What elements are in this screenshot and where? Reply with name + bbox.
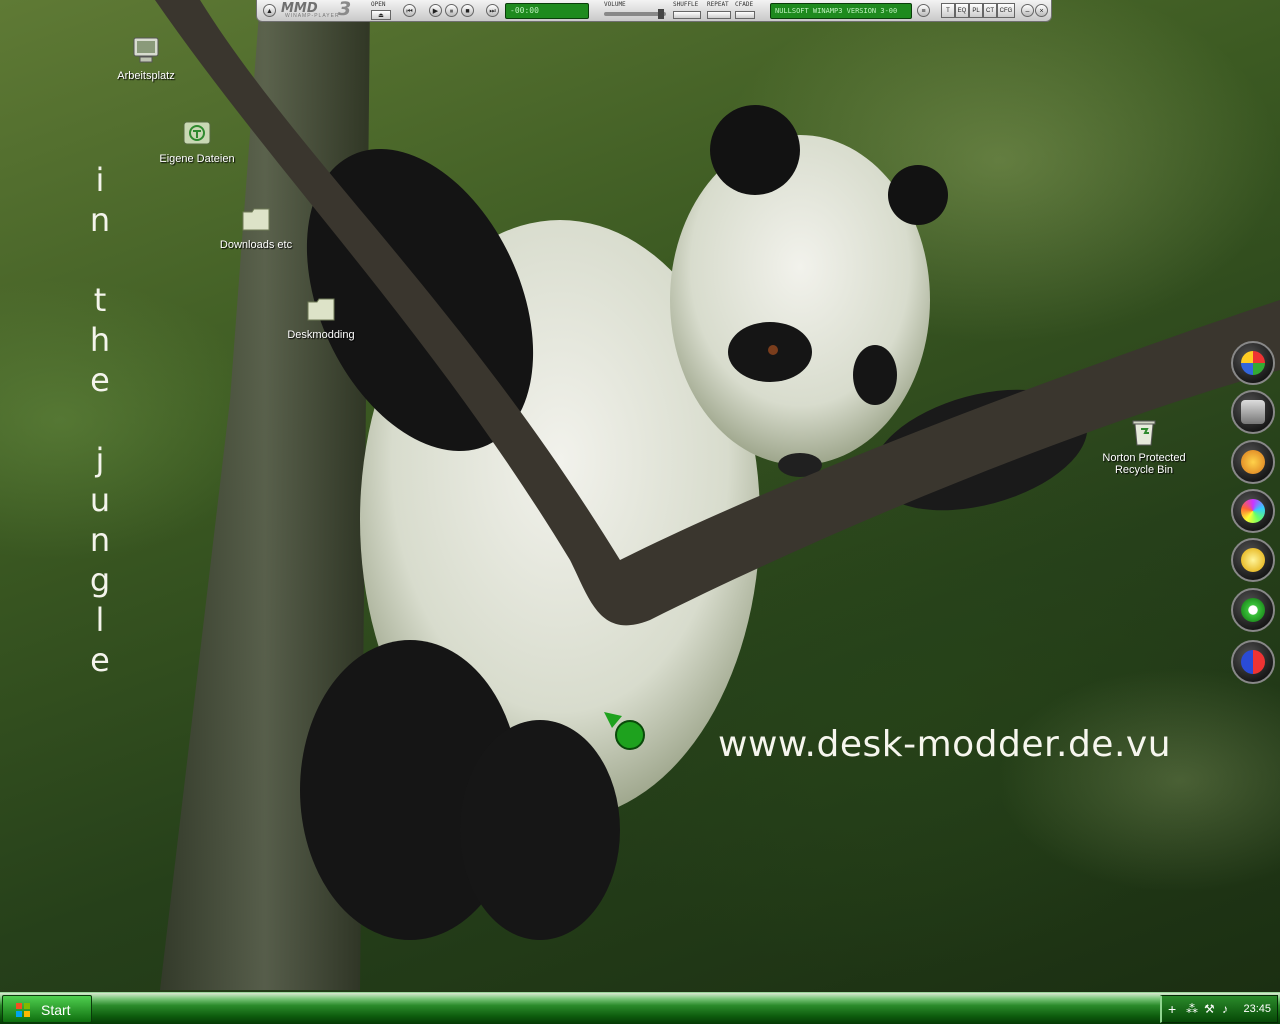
game-icon: [1241, 650, 1265, 674]
slogan-letter: i: [95, 161, 105, 199]
fish-icon: [1241, 450, 1265, 474]
thinger-button[interactable]: T: [941, 3, 955, 18]
winamp-logo-version: 3: [338, 0, 352, 20]
slogan-letter: g: [89, 561, 111, 599]
slogan-letter: t: [93, 281, 107, 319]
color-themes-button[interactable]: CT: [983, 3, 997, 18]
previous-button[interactable]: ⏮: [403, 4, 416, 17]
minimize-button[interactable]: –: [1021, 4, 1034, 17]
tray-clock[interactable]: 23:45: [1243, 1003, 1271, 1015]
stack-icon: [1241, 400, 1265, 424]
winamp-subtitle: WINAMP-PLAYER: [285, 13, 340, 19]
play-button[interactable]: ▶: [429, 4, 442, 17]
desktop-icon-downloads[interactable]: Downloads etc: [201, 203, 311, 251]
network-icon[interactable]: ⁂: [1186, 1002, 1198, 1016]
repeat-toggle[interactable]: [707, 11, 731, 19]
dock-item-lightning[interactable]: [1231, 538, 1275, 582]
slogan-letter: e: [90, 641, 110, 679]
media-icon: [1241, 499, 1265, 523]
config-button[interactable]: CFG: [997, 3, 1015, 18]
start-label: Start: [41, 1002, 71, 1018]
website-watermark: www.desk-modder.de.vu: [718, 724, 1172, 765]
tools-icon[interactable]: ⚒: [1204, 1002, 1215, 1016]
shuffle-toggle[interactable]: [673, 11, 701, 19]
windows-flag-icon: [16, 1003, 30, 1017]
wallpaper-slogan: i n t h e j u n g l e: [78, 160, 122, 680]
dock-item-messenger[interactable]: [1231, 341, 1275, 385]
slogan-letter: u: [89, 481, 111, 519]
dock-item-icq[interactable]: [1231, 588, 1275, 632]
equalizer-button[interactable]: EQ: [955, 3, 969, 18]
repeat-label: REPEAT: [707, 1, 729, 8]
eject-button[interactable]: ⏏: [371, 10, 391, 20]
folder-icon: [242, 208, 270, 231]
desktop-icon-label: Deskmodding: [287, 329, 355, 341]
slogan-letter: e: [90, 361, 110, 399]
volume-label: VOLUME: [604, 1, 626, 8]
menu-icon[interactable]: ≡: [917, 4, 930, 17]
volume-thumb[interactable]: [658, 9, 664, 19]
winamp-player[interactable]: ▲ MMD 3 WINAMP-PLAYER OPEN ⏏ ⏮ ▶ ⏸ ■ ⏭ -…: [256, 0, 1052, 22]
dock-item-media[interactable]: [1231, 489, 1275, 533]
pause-button[interactable]: ⏸: [445, 4, 458, 17]
messenger-icon: [1241, 351, 1265, 375]
start-button[interactable]: Start: [2, 995, 92, 1023]
desktop-icon-arbeitsplatz[interactable]: Arbeitsplatz: [91, 34, 201, 82]
slogan-letter: h: [89, 321, 111, 359]
add-icon[interactable]: +: [1168, 1001, 1176, 1017]
desktop-icon-recycle-bin[interactable]: Norton Protected Recycle Bin: [1089, 416, 1199, 476]
desktop-icon-eigene-dateien[interactable]: Eigene Dateien: [142, 117, 252, 165]
desktop-icon-label: Downloads etc: [219, 239, 293, 251]
desktop-icon-label: Norton Protected: [1102, 452, 1186, 464]
playlist-button[interactable]: PL: [969, 3, 983, 18]
stop-button[interactable]: ■: [461, 4, 474, 17]
system-tray: + ⁂ ⚒ ♪ 23:45: [1160, 995, 1278, 1023]
volume-icon[interactable]: ♪: [1222, 1002, 1228, 1016]
crossfade-toggle[interactable]: [735, 11, 755, 19]
time-display: -00:00: [505, 3, 589, 19]
desktop-icon-label: Recycle Bin: [1114, 464, 1174, 476]
slogan-letter: n: [89, 521, 111, 559]
lightning-icon: [1241, 548, 1265, 572]
slogan-letter: l: [95, 601, 105, 639]
desktop-icon-label: Eigene Dateien: [159, 153, 235, 165]
dock-item-fish[interactable]: [1231, 440, 1275, 484]
dock-item-game[interactable]: [1231, 640, 1275, 684]
desktop-icon-label: Arbeitsplatz: [117, 70, 175, 82]
track-title-display: NULLSOFT WINAMP3 VERSION 3-00: [770, 3, 912, 19]
recycle-bin-icon: [1132, 420, 1156, 446]
volume-slider[interactable]: [604, 9, 666, 19]
computer-icon: [133, 37, 159, 63]
slogan-letter: n: [89, 201, 111, 239]
slogan-letter: [78, 240, 122, 280]
next-button[interactable]: ⏭: [486, 4, 499, 17]
dock-item-stack[interactable]: [1231, 390, 1275, 434]
slogan-letter: j: [95, 441, 105, 479]
icq-icon: [1241, 598, 1265, 622]
folder-icon: [307, 298, 335, 321]
open-label: OPEN: [371, 1, 386, 8]
close-button[interactable]: ×: [1035, 4, 1048, 17]
desktop-icon-deskmodding[interactable]: Deskmodding: [266, 293, 376, 341]
collapse-button[interactable]: ▲: [263, 4, 276, 17]
taskbar: Start + ⁂ ⚒ ♪ 23:45: [0, 992, 1280, 1024]
shuffle-label: SHUFFLE: [673, 1, 699, 8]
crossfade-label: CFADE: [735, 1, 754, 8]
documents-folder-icon: [183, 121, 211, 145]
slogan-letter: [78, 400, 122, 440]
